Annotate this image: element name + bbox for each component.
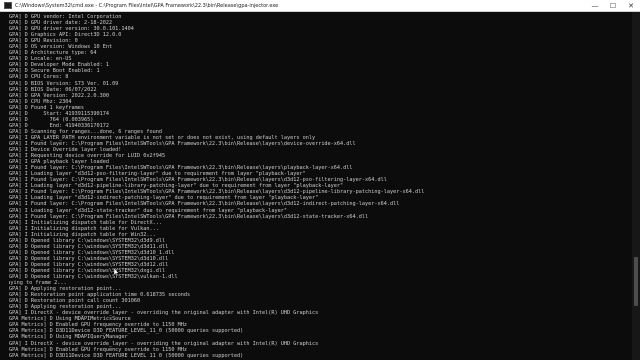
maximize-button[interactable]: ☐ [604, 0, 622, 12]
scrollbar-thumb[interactable] [634, 257, 638, 306]
minimize-button[interactable]: — [586, 0, 604, 12]
window-title: C:\Windows\System32\cmd.exe - C:\Program… [15, 2, 279, 9]
window-controls: — ☐ ✕ [586, 0, 640, 12]
mouse-pointer-icon [114, 268, 119, 276]
console-window: C:\Windows\System32\cmd.exe - C:\Program… [0, 0, 640, 360]
console-output[interactable]: GPA] D GPU vendor: Intel Corporation GPA]… [9, 14, 621, 358]
console-line: GPA Metrics] D D3D11Device D3D_FEATURE_L… [9, 352, 244, 358]
vertical-scrollbar[interactable] [632, 12, 640, 360]
close-button[interactable]: ✕ [622, 0, 640, 12]
terminal-icon [4, 2, 12, 9]
title-bar[interactable]: C:\Windows\System32\cmd.exe - C:\Program… [0, 0, 640, 12]
